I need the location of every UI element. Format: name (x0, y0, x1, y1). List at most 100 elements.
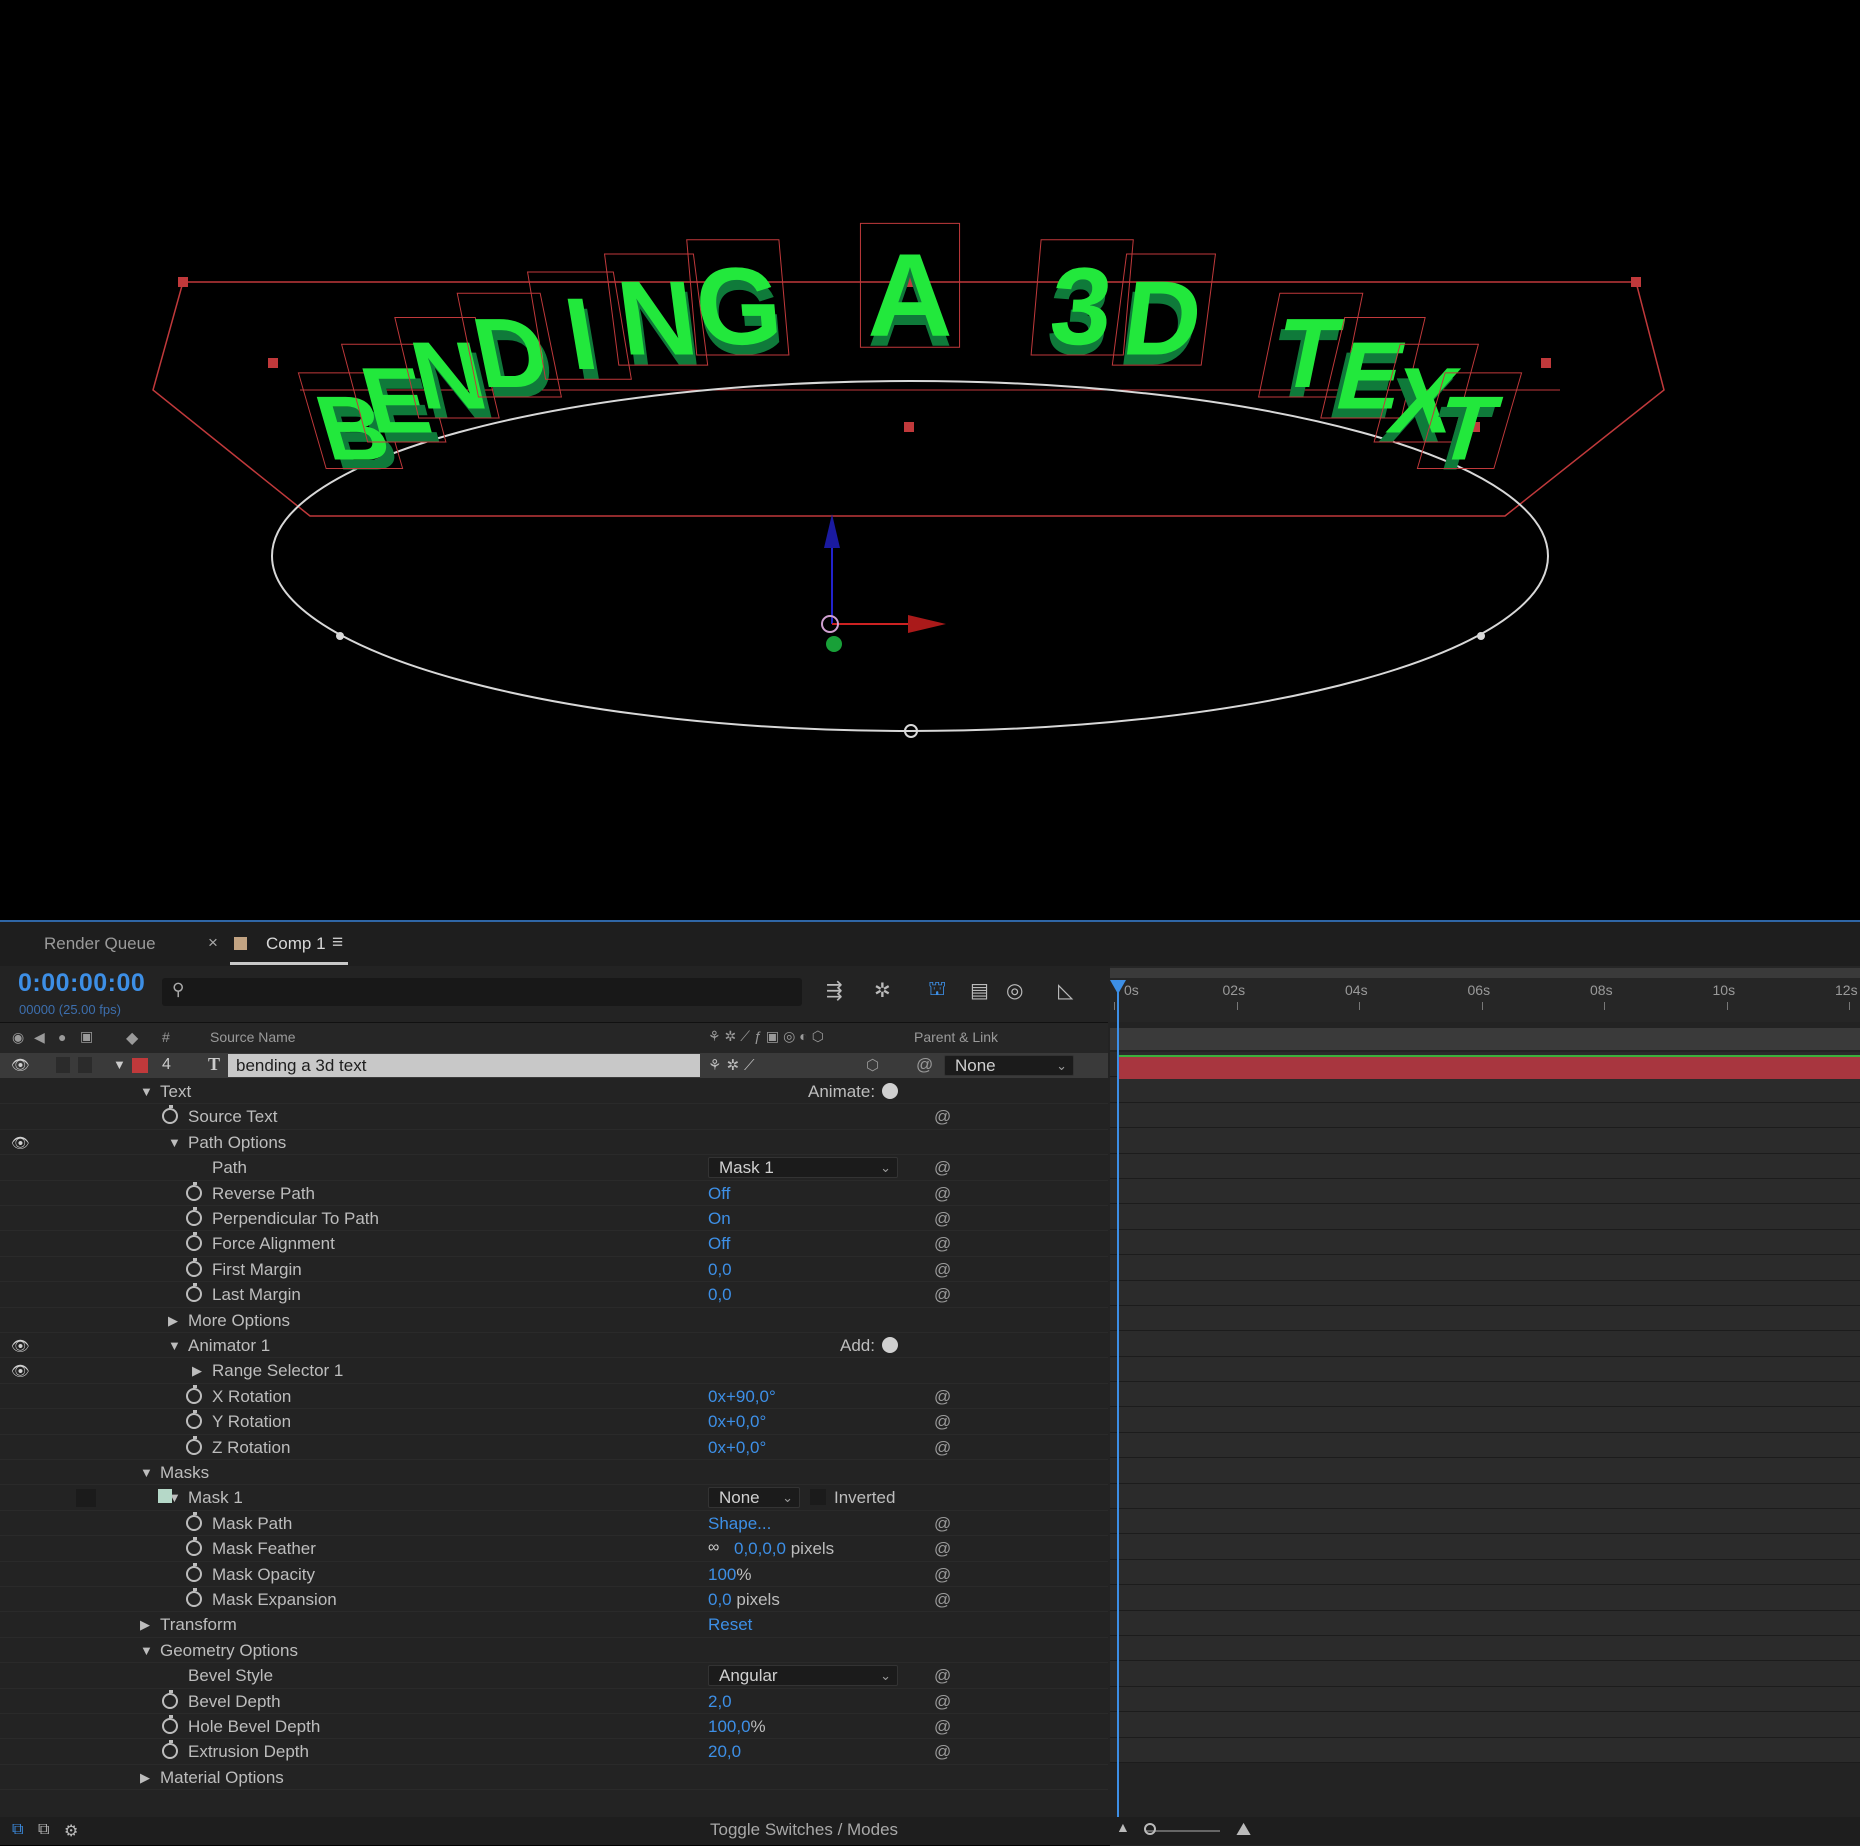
property-row[interactable]: Mask Expansion 0,0 pixels @ (0, 1587, 1108, 1613)
property-row[interactable]: ▼ Masks (0, 1460, 1108, 1486)
visibility-eye-icon[interactable]: 👁 (11, 1134, 30, 1152)
twirl-open-icon[interactable]: ▼ (168, 1135, 181, 1150)
zoom-slider-handle[interactable] (1144, 1823, 1156, 1835)
play-menu-icon[interactable] (882, 1083, 898, 1099)
layer-duration-bar[interactable] (1118, 1055, 1860, 1079)
solo-column-icon[interactable]: ● (58, 1029, 66, 1045)
parent-link-column-header[interactable]: Parent & Link (914, 1029, 998, 1045)
expression-pickwhip-icon[interactable]: @ (934, 1158, 951, 1178)
bent-3d-text[interactable]: BBEENNDD II NNGG AA 33DD TTEEXXTT (297, 222, 1523, 489)
search-field[interactable] (198, 981, 782, 1003)
property-row[interactable]: ▼ Text Animate: (0, 1079, 1108, 1105)
expression-pickwhip-icon[interactable]: @ (934, 1438, 951, 1458)
mask-mode-dropdown[interactable]: None ⌄ (708, 1487, 800, 1509)
timeline-property-row[interactable] (1110, 1458, 1860, 1484)
timeline-area[interactable]: 0s 02s 04s 06s 08s 10s 12s (1110, 966, 1860, 1846)
work-area-bar[interactable] (1110, 968, 1860, 978)
layer-visibility-eye-icon[interactable]: 👁 (11, 1056, 30, 1074)
property-dropdown[interactable]: Angular ⌄ (708, 1665, 898, 1687)
source-name-column-header[interactable]: Source Name (210, 1029, 296, 1045)
timeline-property-row[interactable] (1110, 1712, 1860, 1738)
animate-menu-label[interactable]: Animate: (808, 1082, 875, 1102)
timeline-property-row[interactable] (1110, 1153, 1860, 1179)
draft-3d-icon[interactable]: ✲ (874, 978, 891, 1003)
layer-switches[interactable]: ⚘✲⟋ (708, 1056, 760, 1074)
twirl-closed-icon[interactable]: ▶ (168, 1313, 178, 1329)
property-value[interactable]: 0,0,0,0 pixels (734, 1539, 834, 1559)
property-value[interactable]: Off (708, 1234, 730, 1254)
layer-name[interactable]: bending a 3d text (228, 1054, 700, 1077)
stopwatch-icon[interactable] (186, 1232, 202, 1252)
zoom-out-icon[interactable]: ▲ (1116, 1819, 1130, 1835)
visibility-eye-icon[interactable]: 👁 (11, 1362, 30, 1380)
stopwatch-icon[interactable] (186, 1562, 202, 1582)
property-row[interactable]: ▶ Transform Reset (0, 1612, 1108, 1638)
playhead-handle[interactable] (1110, 980, 1126, 994)
timeline-property-row[interactable] (1110, 1686, 1860, 1713)
property-row[interactable]: 👁 ▶ Range Selector 1 (0, 1358, 1108, 1384)
mask-lock-toggle[interactable] (76, 1489, 96, 1508)
motion-blur-icon[interactable]: ◎ (1006, 978, 1023, 1003)
timeline-property-row[interactable] (1110, 1102, 1860, 1129)
composition-viewer[interactable]: BBEENNDDIINNGGAA33DDTTEEXXTT (0, 0, 1860, 920)
timeline-property-row[interactable] (1110, 1610, 1860, 1636)
stopwatch-icon[interactable] (186, 1257, 202, 1277)
property-value[interactable]: 2,0 (708, 1692, 732, 1712)
layer-row[interactable]: 👁 ▼ 4 T bending a 3d text ⚘✲⟋ ⬡ @ None ⌄ (0, 1053, 1108, 1078)
timeline-property-row[interactable] (1110, 1509, 1860, 1535)
stopwatch-icon[interactable] (162, 1105, 178, 1125)
play-menu-icon[interactable] (882, 1337, 898, 1353)
add-menu-label[interactable]: Add: (840, 1336, 875, 1356)
layer-solo-toggle[interactable] (56, 1057, 70, 1073)
expression-pickwhip-icon[interactable]: @ (934, 1539, 951, 1559)
stopwatch-icon[interactable] (186, 1207, 202, 1226)
property-value[interactable]: 0,0 (708, 1260, 732, 1280)
close-tab-icon[interactable]: × (208, 933, 218, 953)
timeline-property-row[interactable] (1110, 1534, 1860, 1560)
timeline-property-row[interactable] (1110, 1382, 1860, 1408)
expression-pickwhip-icon[interactable]: @ (934, 1742, 951, 1762)
constrain-proportions-icon[interactable]: ∞ (708, 1539, 719, 1557)
expression-pickwhip-icon[interactable]: @ (934, 1184, 951, 1204)
expression-pickwhip-icon[interactable]: @ (934, 1260, 951, 1280)
property-row[interactable]: Reverse Path Off @ (0, 1181, 1108, 1206)
timeline-property-row[interactable] (1110, 1737, 1860, 1763)
search-input[interactable]: ⚲ (162, 978, 802, 1006)
stopwatch-icon[interactable] (162, 1689, 178, 1709)
timeline-property-row[interactable] (1110, 1077, 1860, 1103)
timeline-property-row[interactable] (1110, 1661, 1860, 1687)
property-row[interactable]: Hole Bevel Depth 100,0% @ (0, 1714, 1108, 1740)
timeline-property-row[interactable] (1110, 1585, 1860, 1611)
property-row[interactable]: X Rotation 0x+90,0° @ (0, 1384, 1108, 1410)
property-value[interactable]: 100% (708, 1565, 752, 1585)
current-time-display[interactable]: 0:00:00:00 (18, 969, 145, 998)
mask-color-swatch[interactable] (158, 1489, 172, 1504)
parent-pickwhip-icon[interactable]: @ (916, 1055, 933, 1075)
expression-pickwhip-icon[interactable]: @ (934, 1209, 951, 1229)
stopwatch-icon[interactable] (186, 1384, 202, 1404)
property-value[interactable]: 0x+0,0° (708, 1438, 766, 1458)
stopwatch-icon[interactable] (186, 1410, 202, 1430)
expression-pickwhip-icon[interactable]: @ (934, 1666, 951, 1686)
lock-column-icon[interactable]: ▣ (80, 1028, 93, 1045)
layer-twirl-icon[interactable]: ▼ (113, 1057, 126, 1072)
property-value[interactable]: 0x+0,0° (708, 1412, 766, 1432)
expression-pickwhip-icon[interactable]: @ (934, 1565, 951, 1585)
expression-pickwhip-icon[interactable]: @ (934, 1107, 951, 1127)
timeline-property-row[interactable] (1110, 1356, 1860, 1383)
parent-dropdown[interactable]: None ⌄ (944, 1055, 1074, 1076)
stopwatch-icon[interactable] (162, 1715, 178, 1734)
property-row[interactable]: ▼ Mask 1 None ⌄ Inverted (0, 1485, 1108, 1511)
layer-label-color[interactable] (132, 1058, 148, 1073)
property-dropdown[interactable]: Mask 1 ⌄ (708, 1157, 898, 1179)
timeline-property-row[interactable] (1110, 1559, 1860, 1586)
timeline-property-row[interactable] (1110, 1407, 1860, 1433)
in-out-pane-icon[interactable]: ⚙ (64, 1821, 78, 1841)
zoom-in-icon[interactable]: ⛰ (1236, 1819, 1251, 1840)
timeline-property-row[interactable] (1110, 1128, 1860, 1154)
property-row[interactable]: 👁 ▼ Path Options (0, 1130, 1108, 1156)
expression-pickwhip-icon[interactable]: @ (934, 1387, 951, 1407)
property-row[interactable]: Force Alignment Off @ (0, 1231, 1108, 1257)
property-value[interactable]: 0,0 pixels (708, 1590, 780, 1610)
zoom-slider[interactable] (1146, 1830, 1220, 1832)
